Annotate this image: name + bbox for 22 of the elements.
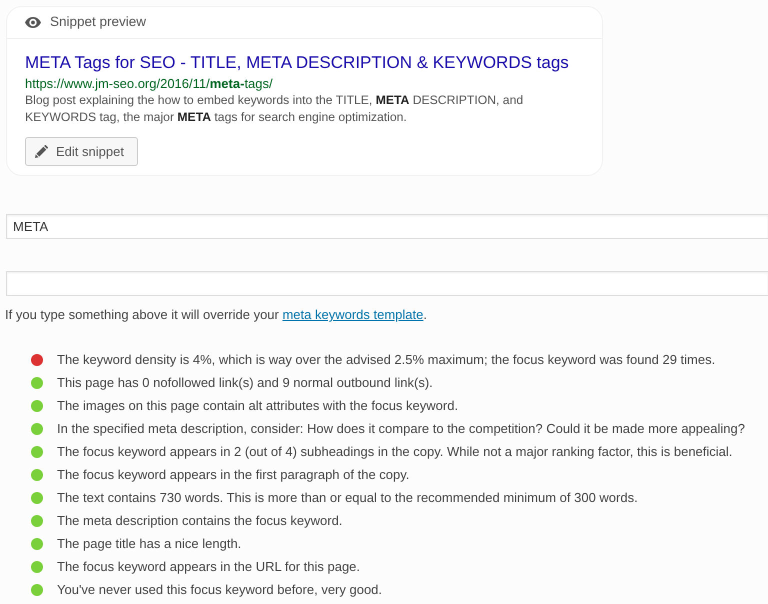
pencil-icon <box>35 145 48 158</box>
analysis-result-text: The page title has a nice length. <box>57 535 242 554</box>
focus-keyword-field[interactable]: META <box>6 214 768 239</box>
analysis-result-text: The focus keyword appears in the first paragraph of the copy. <box>57 466 410 484</box>
analysis-result-text: The images on this page contain alt attributes with the focus keyword. <box>57 397 458 416</box>
edit-snippet-button[interactable]: Edit snippet <box>25 137 138 166</box>
meta-keywords-help-text: If you type something above it will override your meta keywords template. <box>5 306 428 324</box>
analysis-result-text: The focus keyword appears in the URL for this page. <box>57 558 360 576</box>
analysis-result-text: The meta description contains the focus keyword. <box>57 512 342 530</box>
analysis-result-text: You've never used this focus keyword before, very good. <box>57 581 382 600</box>
analysis-result-text: The focus keyword appears in 2 (out of 4) subheadings in the copy. While not a major ranking factor, this is beneficial. <box>57 443 732 462</box>
result-title-link[interactable]: META Tags for SEO - TITLE, META DESCRIPTION & KEYWORDS tags <box>25 53 569 73</box>
analysis-result-text: This page has 0 nofollowed link(s) and 9 normal outbound link(s). <box>57 374 433 392</box>
meta-keywords-template-link[interactable]: meta keywords template <box>282 307 424 322</box>
meta-keywords-field[interactable] <box>6 271 768 296</box>
result-description: Blog post explaining the how to embed keywords into the TITLE, META DESCRIPTION, and KEYWORDS tag, the major META tags for search engine optimization. <box>25 92 524 126</box>
result-url: https://www.jm-seo.org/2016/11/meta-tags/ <box>25 76 274 92</box>
analysis-result-text: In the specified meta description, consider: How does it compare to the competition? Could it be made more appealing? <box>57 420 745 438</box>
analysis-result-text: The text contains 730 words. This is more than or equal to the recommended minimum of 300 words. <box>57 489 638 508</box>
eye-icon <box>25 17 41 28</box>
analysis-result-text: The keyword density is 4%, which is way over the advised 2.5% maximum; the focus keyword was found 29 times. <box>57 351 716 370</box>
snippet-preview-heading: Snippet preview <box>50 13 146 32</box>
